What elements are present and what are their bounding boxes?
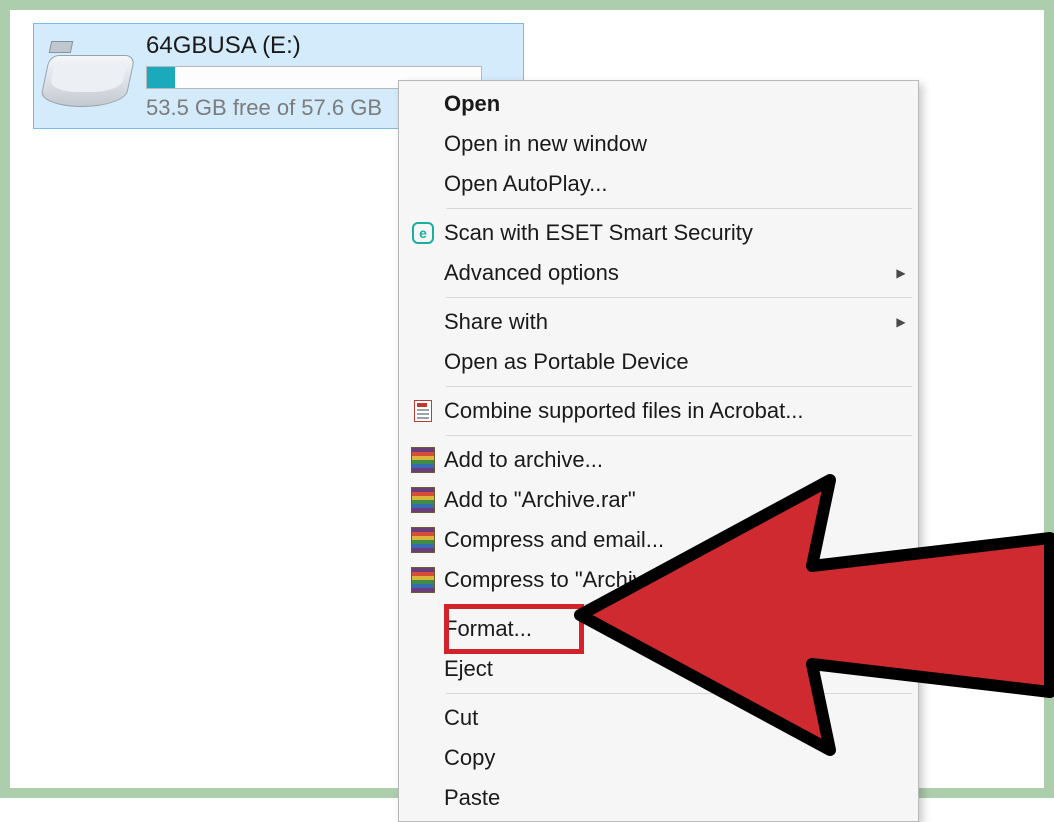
menu-open-autoplay-label: Open AutoPlay... xyxy=(444,171,915,197)
winrar-icon xyxy=(411,527,435,553)
separator xyxy=(446,435,912,436)
menu-share-with[interactable]: Share with ▶ xyxy=(402,302,915,342)
separator xyxy=(446,604,912,605)
separator xyxy=(446,297,912,298)
menu-cut-label: Cut xyxy=(444,705,915,731)
menu-advanced-options[interactable]: Advanced options ▶ xyxy=(402,253,915,293)
menu-add-archive[interactable]: Add to archive... xyxy=(402,440,915,480)
menu-open-portable-label: Open as Portable Device xyxy=(444,349,915,375)
menu-eject-label: Eject xyxy=(444,656,915,682)
menu-compress-to-label: Compress to "Archive.rar" and email xyxy=(444,567,915,593)
winrar-icon xyxy=(411,567,435,593)
storage-used-fill xyxy=(147,67,175,88)
drive-label: 64GBUSA (E:) xyxy=(146,32,482,60)
menu-combine-acrobat-label: Combine supported files in Acrobat... xyxy=(444,398,915,424)
menu-add-archive-rar-label: Add to "Archive.rar" xyxy=(444,487,915,513)
submenu-arrow-icon: ▶ xyxy=(887,266,915,280)
menu-cut[interactable]: Cut xyxy=(402,698,915,738)
menu-copy[interactable]: Copy xyxy=(402,738,915,778)
menu-open-portable[interactable]: Open as Portable Device xyxy=(402,342,915,382)
menu-scan-eset[interactable]: Scan with ESET Smart Security xyxy=(402,213,915,253)
menu-scan-eset-label: Scan with ESET Smart Security xyxy=(444,220,915,246)
menu-compress-email-label: Compress and email... xyxy=(444,527,915,553)
eset-icon xyxy=(412,222,434,244)
menu-compress-email[interactable]: Compress and email... xyxy=(402,520,915,560)
submenu-arrow-icon: ▶ xyxy=(887,315,915,329)
acrobat-icon xyxy=(414,400,432,422)
usb-drive-icon xyxy=(44,37,136,115)
menu-format-label: Format... xyxy=(444,616,915,642)
context-menu: Open Open in new window Open AutoPlay...… xyxy=(398,80,919,822)
menu-format[interactable]: Format... xyxy=(402,609,915,649)
menu-combine-acrobat[interactable]: Combine supported files in Acrobat... xyxy=(402,391,915,431)
menu-open-new-window-label: Open in new window xyxy=(444,131,915,157)
menu-add-archive-label: Add to archive... xyxy=(444,447,915,473)
menu-open-label: Open xyxy=(444,91,915,117)
menu-share-with-label: Share with xyxy=(444,309,887,335)
menu-open-autoplay[interactable]: Open AutoPlay... xyxy=(402,164,915,204)
separator xyxy=(446,693,912,694)
menu-paste-label: Paste xyxy=(444,785,915,811)
separator xyxy=(446,386,912,387)
winrar-icon xyxy=(411,487,435,513)
menu-copy-label: Copy xyxy=(444,745,915,771)
winrar-icon xyxy=(411,447,435,473)
menu-eject[interactable]: Eject xyxy=(402,649,915,689)
menu-advanced-options-label: Advanced options xyxy=(444,260,887,286)
menu-compress-to[interactable]: Compress to "Archive.rar" and email xyxy=(402,560,915,600)
menu-paste[interactable]: Paste xyxy=(402,778,915,818)
menu-add-archive-rar[interactable]: Add to "Archive.rar" xyxy=(402,480,915,520)
separator xyxy=(446,208,912,209)
menu-open-new-window[interactable]: Open in new window xyxy=(402,124,915,164)
menu-open[interactable]: Open xyxy=(402,84,915,124)
